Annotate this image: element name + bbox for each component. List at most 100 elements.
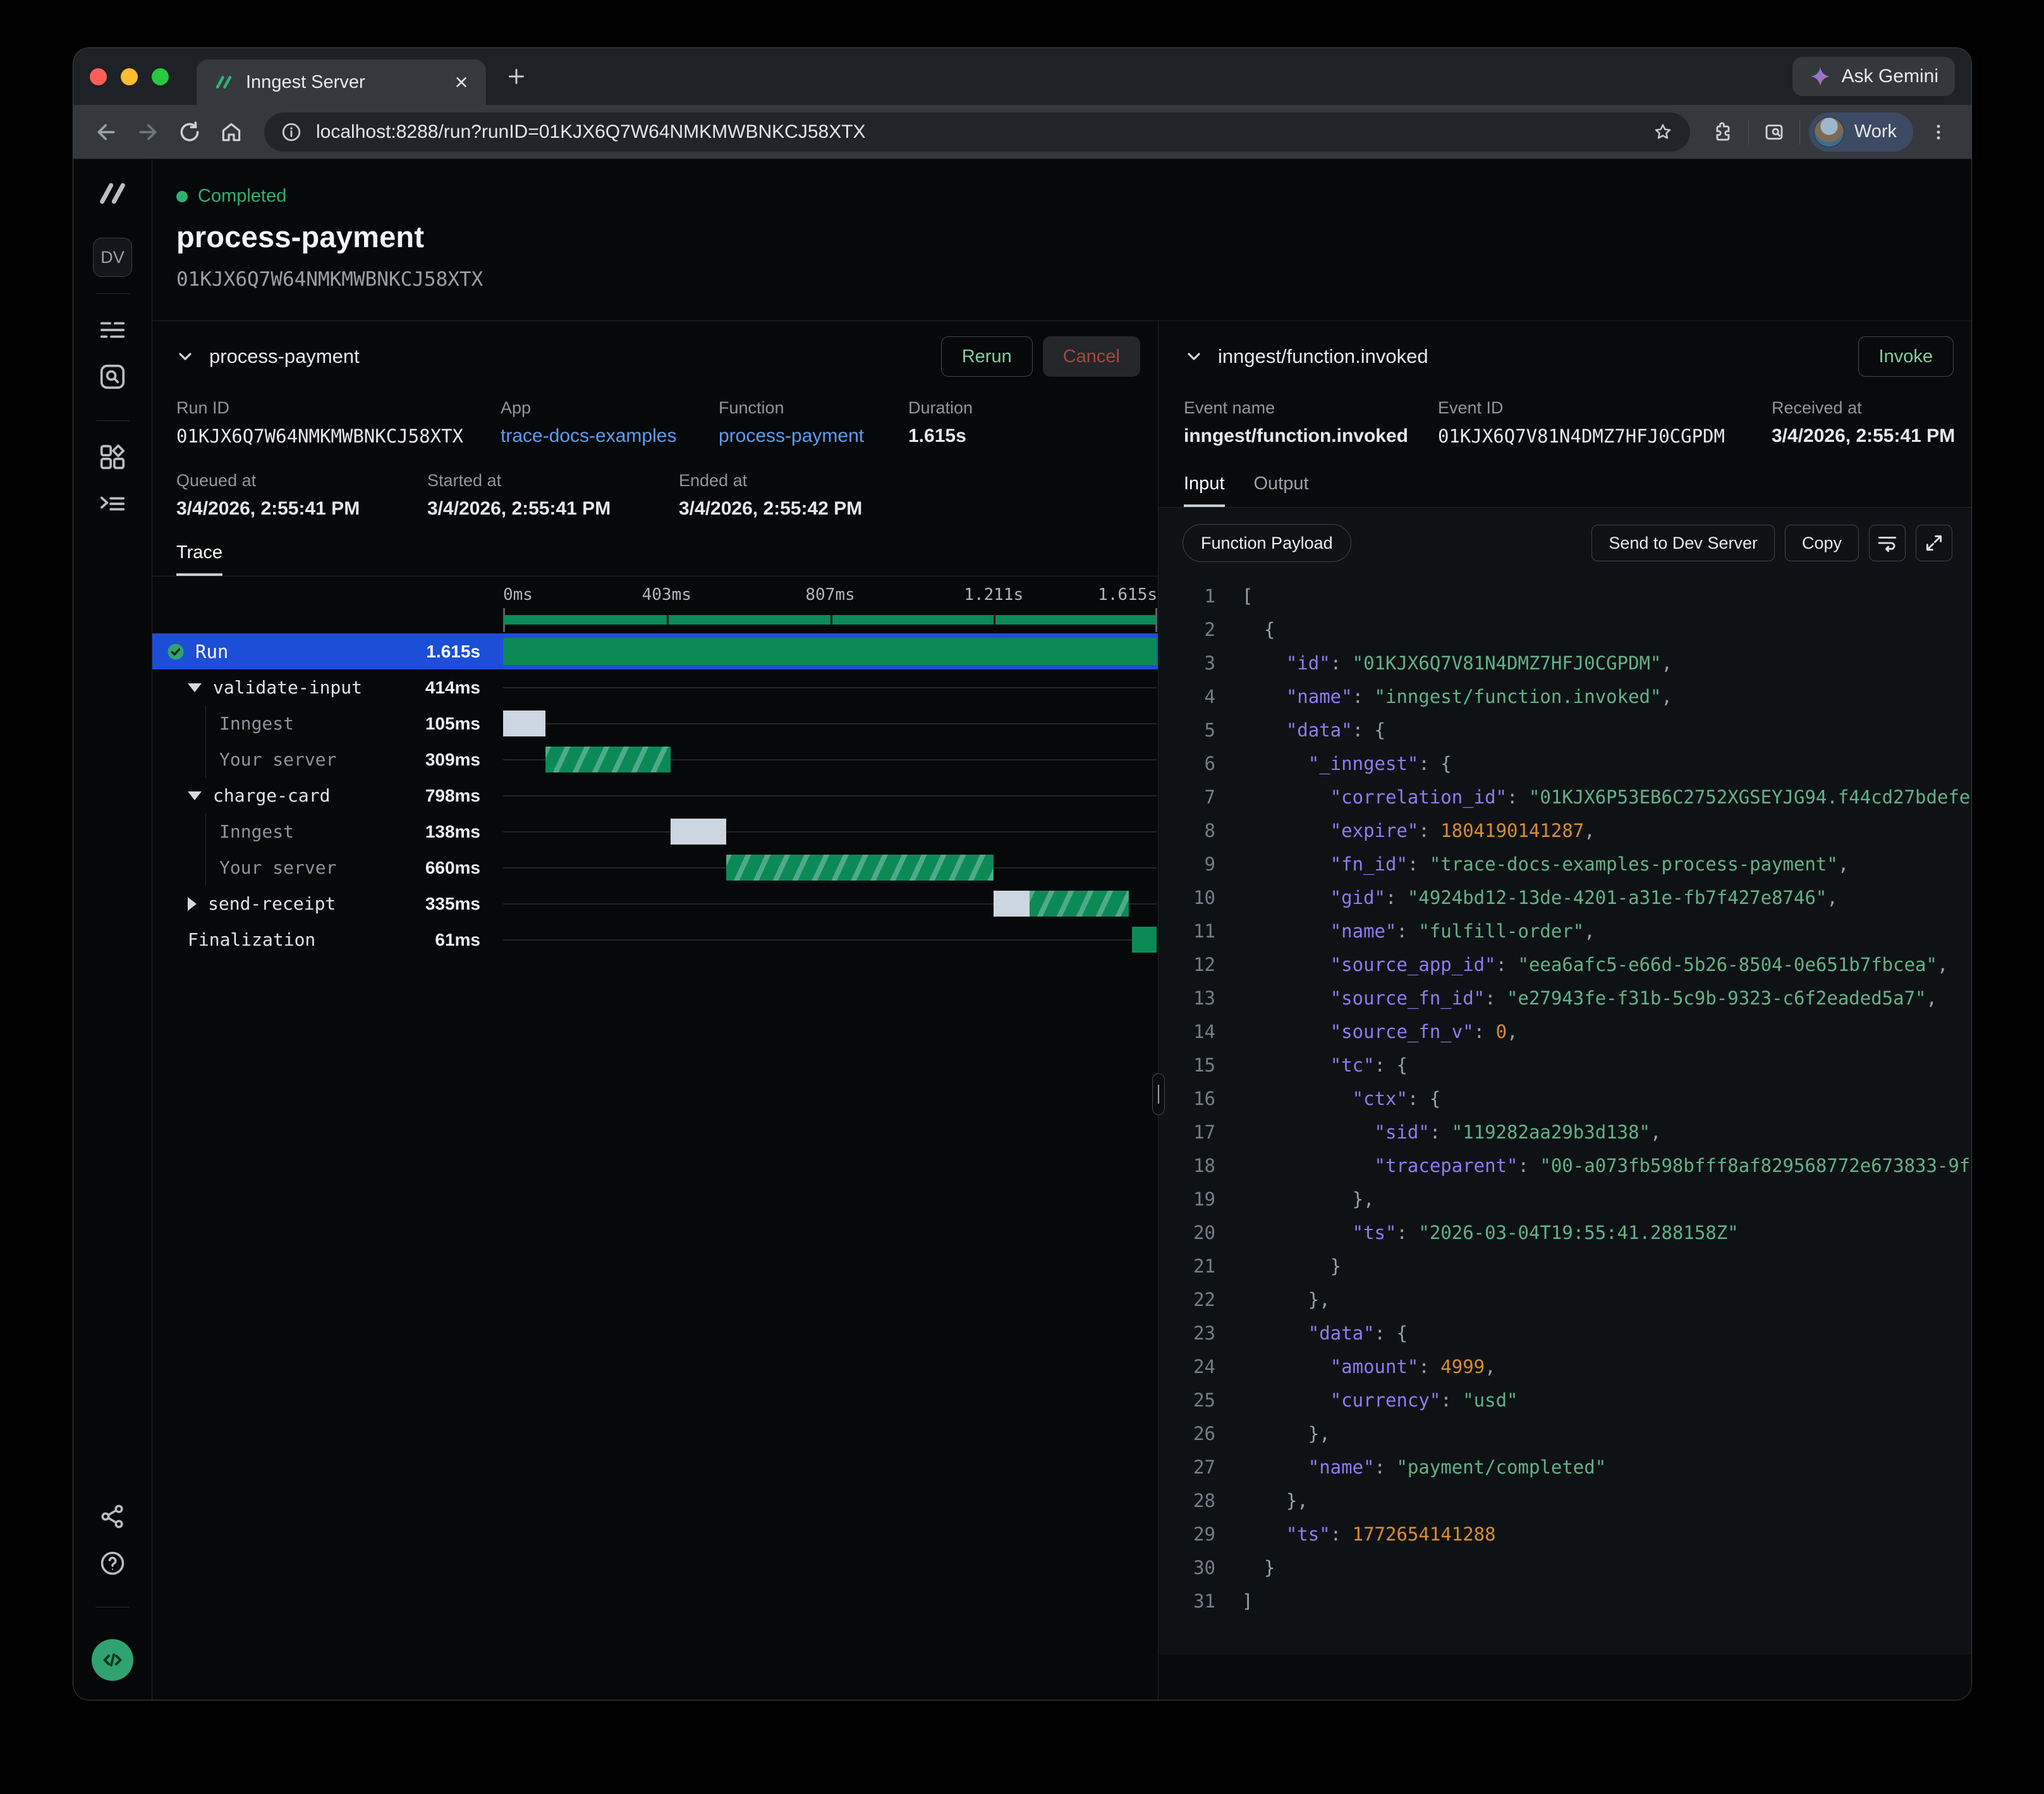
line-number: 18 [1183,1149,1215,1183]
span-bar-exec [1030,891,1129,917]
main-area: Completed process-payment 01KJX6Q7W64NMK… [152,159,1971,1700]
meta-value[interactable]: process-payment [719,425,908,447]
terminal-logs-icon[interactable] [93,484,132,523]
step-duration: 798ms [425,786,480,806]
line-number: 8 [1183,814,1215,848]
code-line: 7 "correlation_id": "01KJX6P53EB6C2752XG… [1183,781,1971,814]
window-controls [90,68,169,85]
step-duration: 414ms [425,678,480,698]
send-to-dev-server-button[interactable]: Send to Dev Server [1591,525,1775,561]
minimap-tick [994,615,995,625]
env-badge[interactable]: DV [93,238,132,277]
timeline-minimap[interactable] [503,607,1157,633]
trace-row[interactable]: Finalization61ms [152,922,1158,958]
tab-output[interactable]: Output [1254,473,1309,507]
run-header: Completed process-payment 01KJX6Q7W64NMK… [152,159,1971,320]
meta-value: 01KJX6Q7V81N4DMZ7HFJ0CGPDM [1438,425,1772,447]
apps-icon[interactable] [93,437,132,477]
collapse-triangle-icon[interactable] [188,791,202,800]
tab-close-icon[interactable] [453,74,470,90]
timeline-track [503,741,1157,778]
step-name: validate-input [152,677,362,698]
timeline-track [503,814,1157,850]
chevron-down-icon[interactable] [1184,346,1204,367]
meta-value[interactable]: trace-docs-examples [501,425,719,447]
trace-row[interactable]: send-receipt335ms [152,886,1158,922]
status-badge: Completed [198,186,286,207]
url-bar[interactable]: localhost:8288/run?runID=01KJX6Q7W64NMKM… [264,113,1690,152]
extensions-icon[interactable] [1706,116,1739,149]
meta-item: Received at3/4/2026, 2:55:41 PM [1772,398,1955,447]
panel-resize-handle[interactable] [1152,1073,1165,1115]
meta-item: Queued at3/4/2026, 2:55:41 PM [176,471,427,520]
expand-icon[interactable] [1916,525,1952,561]
trace-row[interactable]: Your server309ms [152,741,1158,778]
menu-dots-icon[interactable] [1922,116,1955,149]
ask-gemini-label: Ask Gemini [1842,66,1938,87]
site-info-icon[interactable] [281,121,302,143]
line-number: 11 [1183,915,1215,948]
trace-row[interactable]: validate-input 414ms [152,669,1158,705]
line-number: 14 [1183,1015,1215,1049]
line-number: 9 [1183,848,1215,881]
trace-row[interactable]: Run1.615s [152,633,1158,669]
new-tab-button[interactable] [505,65,528,88]
forward-icon[interactable] [131,116,164,149]
trace-row[interactable]: Inngest105ms [152,705,1158,741]
trace-row[interactable]: Your server660ms [152,850,1158,886]
home-icon[interactable] [215,116,248,149]
invoke-button[interactable]: Invoke [1858,336,1954,377]
line-number: 4 [1183,680,1215,714]
payload-code[interactable]: 1[2 {3 "id": "01KJX6Q7V81N4DMZ7HFJ0CGPDM… [1183,580,1971,1655]
expand-triangle-icon[interactable] [188,897,197,911]
runs-filter-icon[interactable] [93,310,132,350]
zoom-window-button[interactable] [152,68,169,85]
function-payload-pill[interactable]: Function Payload [1183,524,1351,562]
trace-row[interactable]: Inngest138ms [152,814,1158,850]
code-line: 23 "data": { [1183,1317,1971,1350]
event-search-icon[interactable] [93,357,132,396]
code-line: 6 "_inngest": { [1183,747,1971,781]
run-meta-row-2: Queued at3/4/2026, 2:55:41 PMStarted at3… [152,471,1158,520]
cancel-button[interactable]: Cancel [1043,336,1140,377]
profile-button[interactable]: Work [1809,113,1913,152]
dev-mode-button[interactable] [92,1639,133,1681]
reload-icon[interactable] [173,116,206,149]
help-icon[interactable] [93,1544,132,1583]
trace-section-title[interactable]: process-payment [209,345,360,368]
meta-item: Run ID01KJX6Q7W64NMKMWBNKCJ58XTX [176,398,501,447]
toolbar-separator [1748,119,1749,145]
timeline-track [503,633,1157,669]
tab-trace[interactable]: Trace [176,542,222,576]
rail-divider [95,1607,130,1608]
browser-tab[interactable]: Inngest Server [197,59,486,105]
collapse-triangle-icon[interactable] [188,683,202,692]
page-title: process-payment [176,219,1971,254]
step-duration: 61ms [435,930,480,950]
event-section-title[interactable]: inngest/function.invoked [1218,345,1428,368]
bookmark-star-icon[interactable] [1652,121,1674,143]
line-number: 13 [1183,982,1215,1015]
meta-value: 01KJX6Q7W64NMKMWBNKCJ58XTX [176,425,501,447]
meta-value: inngest/function.invoked [1184,425,1438,447]
share-icon[interactable] [93,1497,132,1536]
chevron-down-icon[interactable] [175,346,195,367]
trace-row[interactable]: charge-card798ms [152,778,1158,814]
timeline-track [503,922,1157,958]
line-number: 12 [1183,948,1215,982]
sidebar-search-icon[interactable] [1758,116,1791,149]
ask-gemini-button[interactable]: Ask Gemini [1792,57,1955,96]
minimize-window-button[interactable] [121,68,138,85]
meta-value: 3/4/2026, 2:55:42 PM [679,498,862,520]
timeline-track [503,705,1157,741]
code-line: 5 "data": { [1183,714,1971,747]
tab-input[interactable]: Input [1184,473,1225,507]
rerun-button[interactable]: Rerun [941,336,1033,377]
tab-strip: Inngest Server Ask Gemini [73,48,1971,105]
meta-item: Duration1.615s [908,398,973,447]
word-wrap-icon[interactable] [1869,525,1906,561]
close-window-button[interactable] [90,68,107,85]
copy-button[interactable]: Copy [1785,525,1859,561]
back-icon[interactable] [90,116,123,149]
code-line: 12 "source_app_id": "eea6afc5-e66d-5b26-… [1183,948,1971,982]
